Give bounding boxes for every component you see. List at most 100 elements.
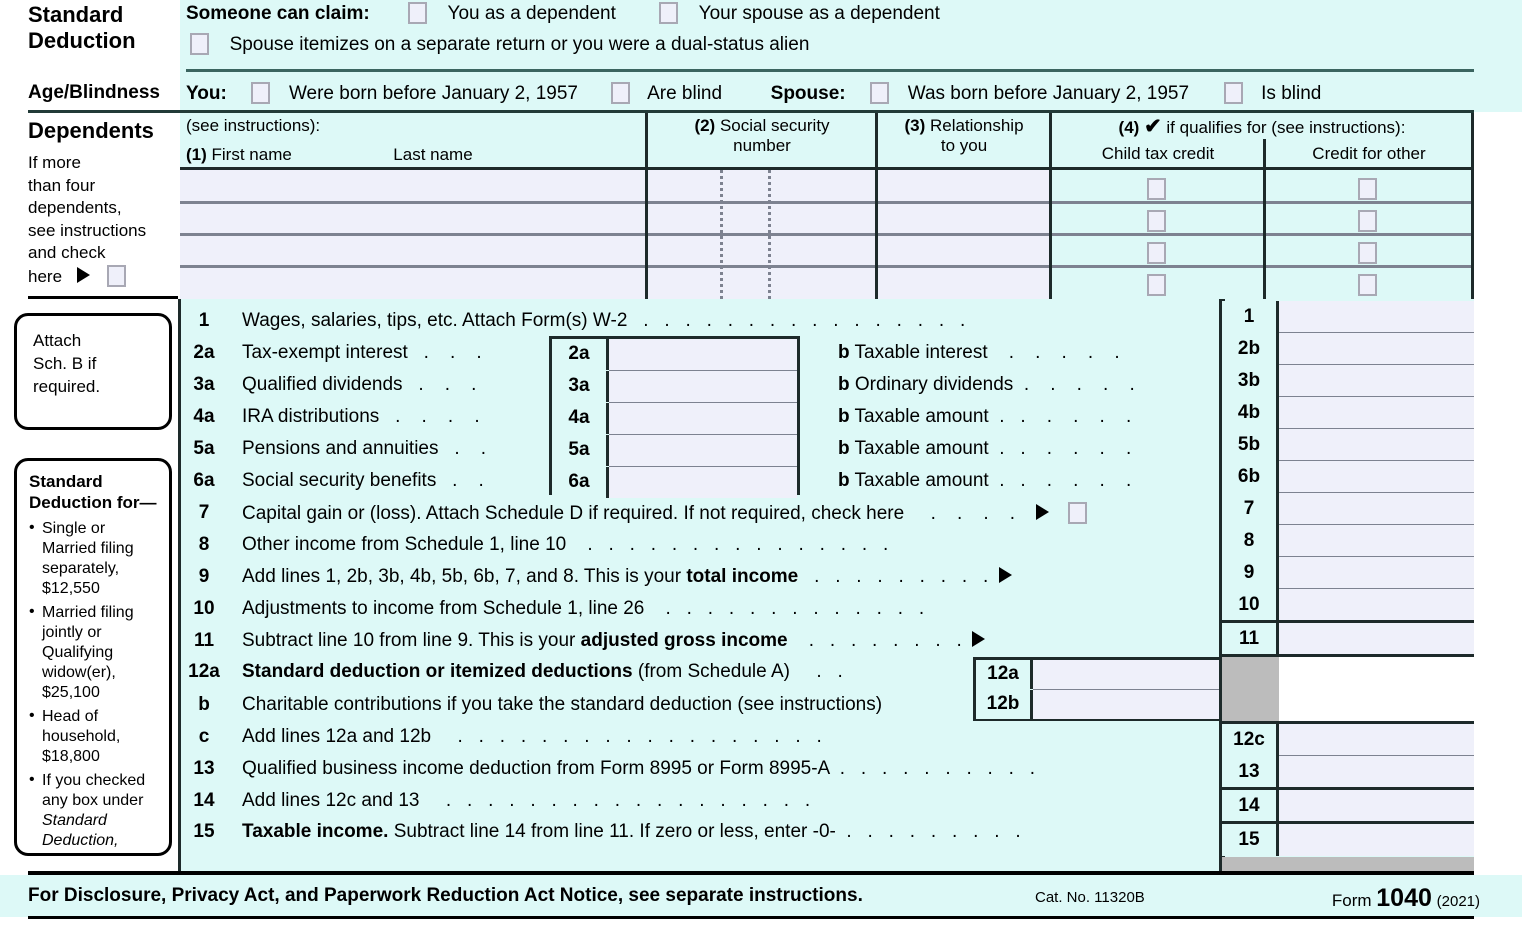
input-amount-11[interactable]: [1279, 623, 1474, 655]
input-line-2a-amount[interactable]: [609, 339, 797, 370]
checkbox-spouse-as-dependent[interactable]: [659, 2, 679, 24]
input-amount-10[interactable]: [1279, 589, 1474, 621]
checkbox-dependent-2-child-tax-credit[interactable]: [1147, 210, 1166, 232]
left-gap-white-1: [0, 430, 178, 458]
line-3a-number: 3a: [193, 374, 215, 395]
line-6b-description: b Taxable amount . . . . . .: [838, 470, 1132, 491]
standard-deduction-divider: [186, 69, 1474, 72]
checkbox-dependent-2-other-dependent-credit[interactable]: [1358, 210, 1377, 232]
dependents-col4a-header: Child tax credit: [1101, 144, 1215, 163]
standard-deduction-for-callout: Standard Deduction for— Single or Marrie…: [14, 458, 172, 869]
dependents-col1-first: First name: [211, 145, 292, 164]
input-amount-13[interactable]: [1279, 756, 1474, 788]
line-4a-text: IRA distributions: [242, 406, 380, 427]
input-dependent-4-relationship[interactable]: [878, 267, 1047, 296]
sd-for-bullet-4-line-4: Deduction,: [42, 831, 119, 849]
line-1-number: 1: [198, 310, 210, 331]
line-4b-letter: b: [838, 406, 850, 427]
input-dependent-1-name[interactable]: [182, 171, 644, 200]
footer-disclosure: For Disclosure, Privacy Act, and Paperwo…: [28, 885, 863, 906]
someone-can-claim-label: Someone can claim:: [186, 3, 370, 24]
input-line-6a-amount[interactable]: [609, 467, 797, 498]
line-1-description: Wages, salaries, tips, etc. Attach Form(…: [242, 310, 966, 331]
amount-column: 1 2b 3b 4b 5b 6b 7 8 9 10 11 12c 13 14 1…: [1222, 299, 1474, 878]
input-amount-8[interactable]: [1279, 525, 1474, 557]
dependents-ctc-column: [1052, 170, 1264, 299]
input-amount-6b[interactable]: [1279, 461, 1474, 493]
checkbox-spouse-born-before[interactable]: [870, 82, 890, 104]
line-12a-description: Standard deduction or itemized deduction…: [242, 661, 843, 682]
input-dependent-2-name[interactable]: [182, 203, 644, 232]
checkbox-dependent-1-child-tax-credit[interactable]: [1147, 178, 1166, 200]
checkbox-line7-schedule-d-not-required[interactable]: [1067, 502, 1087, 524]
line-15-text: Subtract line 14 from line 11. If zero o…: [388, 821, 836, 842]
amount-number-13: 13: [1222, 756, 1279, 788]
sd-for-bullet-1-line-2: Married filing: [42, 539, 134, 557]
dependents-odc-column: [1266, 170, 1472, 299]
amount-number-9: 9: [1222, 557, 1279, 589]
input-amount-12c[interactable]: [1279, 724, 1474, 756]
sd-for-bullet-4-line-1: If you checked: [42, 771, 146, 789]
input-amount-9[interactable]: [1279, 557, 1474, 589]
checkbox-dependent-4-other-dependent-credit[interactable]: [1358, 274, 1377, 296]
entry-number-12a: 12a: [976, 660, 1033, 689]
dependents-col1-header: (1) First name Last name: [186, 145, 473, 165]
line-9-text: Add lines 1, 2b, 3b, 4b, 5b, 6b, 7, and …: [242, 566, 687, 587]
line-7-text: Capital gain or (loss). Attach Schedule …: [242, 503, 905, 524]
attach-box-line3: required.: [33, 376, 101, 396]
input-amount-2b[interactable]: [1279, 333, 1474, 365]
line-11-description: Subtract line 10 from line 9. This is yo…: [242, 630, 986, 652]
input-amount-5b[interactable]: [1279, 429, 1474, 461]
checkbox-you-as-dependent[interactable]: [408, 2, 428, 24]
input-dependent-4-ssn[interactable]: [648, 267, 873, 296]
line-11-number: 11: [193, 630, 215, 651]
checkbox-spouse-itemizes[interactable]: [190, 33, 209, 55]
arrow-right-icon-line9: [998, 567, 1012, 583]
line-15-description: Taxable income. Subtract line 14 from li…: [242, 821, 1021, 842]
input-amount-4b[interactable]: [1279, 397, 1474, 429]
input-dependent-1-ssn[interactable]: [648, 171, 873, 200]
checkbox-dependent-1-other-dependent-credit[interactable]: [1358, 178, 1377, 200]
input-line-4a-amount[interactable]: [609, 403, 797, 434]
input-amount-7[interactable]: [1279, 493, 1474, 525]
line-10-text: Adjustments to income from Schedule 1, l…: [242, 598, 645, 619]
line-15-taxable-income-bold: Taxable income.: [242, 821, 389, 842]
checkbox-dependent-3-child-tax-credit[interactable]: [1147, 242, 1166, 264]
input-amount-3b[interactable]: [1279, 365, 1474, 397]
input-dependent-3-ssn[interactable]: [648, 235, 873, 264]
amount-number-6b: 6b: [1222, 461, 1279, 493]
checkbox-you-born-before[interactable]: [251, 82, 271, 104]
sd-for-bullet-3-line-3: $18,800: [42, 747, 100, 765]
line-12-entry-stack: 12a 12b: [973, 657, 1224, 721]
arrow-right-icon-line11: [972, 631, 986, 647]
line-14-description: Add lines 12c and 13 . . . . . . . . . .…: [242, 790, 811, 811]
line-11-agi-bold: adjusted gross income: [580, 630, 788, 651]
line-7-number: 7: [198, 502, 210, 523]
checkbox-dependent-3-other-dependent-credit[interactable]: [1358, 242, 1377, 264]
dependents-col1-last: Last name: [393, 145, 473, 164]
input-line-5a-amount[interactable]: [609, 435, 797, 466]
spouse-itemizes-row: Spouse itemizes on a separate return or …: [190, 33, 809, 56]
footer-form-identity: Form 1040 (2021): [1332, 884, 1480, 913]
input-line-12b-amount[interactable]: [1033, 690, 1221, 719]
input-line-3a-amount[interactable]: [609, 371, 797, 402]
line-3b-text: Ordinary dividends: [854, 374, 1014, 395]
line-5a-number: 5a: [193, 438, 215, 459]
input-dependent-1-relationship[interactable]: [878, 171, 1047, 200]
input-line-12a-amount[interactable]: [1033, 660, 1221, 689]
checkbox-spouse-blind[interactable]: [1223, 82, 1243, 104]
input-dependent-2-ssn[interactable]: [648, 203, 873, 232]
checkbox-more-than-four-dependents[interactable]: [106, 265, 126, 288]
input-dependent-2-relationship[interactable]: [878, 203, 1047, 232]
line-14-text: Add lines 12c and 13: [242, 790, 420, 811]
input-amount-1[interactable]: [1279, 301, 1474, 333]
input-amount-14[interactable]: [1279, 790, 1474, 822]
input-dependent-3-relationship[interactable]: [878, 235, 1047, 264]
sd-for-bullet-2-line-5: $25,100: [42, 683, 100, 701]
checkbox-you-blind[interactable]: [610, 82, 630, 104]
input-dependent-4-name[interactable]: [182, 267, 644, 296]
dependents-col2-header: (2) Social security number: [648, 116, 876, 156]
input-dependent-3-name[interactable]: [182, 235, 644, 264]
checkbox-dependent-4-child-tax-credit[interactable]: [1147, 274, 1166, 296]
input-amount-15[interactable]: [1279, 824, 1474, 856]
